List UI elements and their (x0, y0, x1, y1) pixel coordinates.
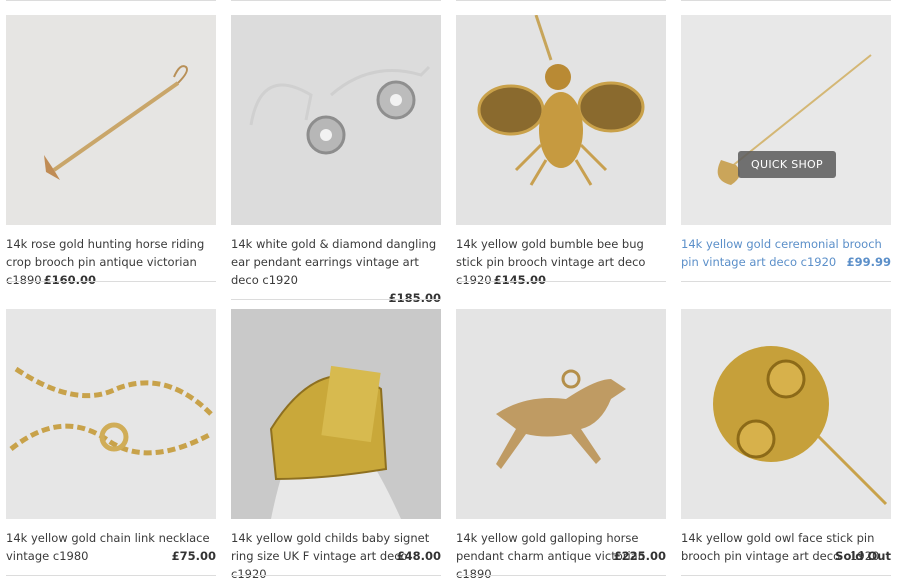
product-price: £75.00 (171, 549, 216, 563)
product-title[interactable]: 14k white gold & diamond dangling ear pe… (231, 237, 436, 287)
product-image[interactable]: QUICK SHOP (681, 15, 891, 225)
divider (6, 0, 216, 1)
divider (6, 575, 216, 576)
divider (681, 0, 891, 1)
quick-shop-button[interactable]: QUICK SHOP (738, 151, 836, 178)
divider (456, 0, 666, 1)
product-image[interactable] (456, 15, 666, 225)
product-image[interactable] (6, 15, 216, 225)
divider (231, 575, 441, 576)
product-title[interactable]: 14k yellow gold bumble bee bug stick pin… (456, 237, 645, 287)
product-image[interactable] (231, 15, 441, 225)
divider (6, 281, 216, 282)
product-price: £160.00 (43, 273, 96, 287)
product-title[interactable]: 14k rose gold hunting horse riding crop … (6, 237, 204, 287)
divider (456, 281, 666, 282)
product-image[interactable] (456, 309, 666, 519)
product-price: £99.99 (846, 255, 891, 269)
divider (681, 281, 891, 282)
divider (456, 575, 666, 576)
product-image[interactable] (681, 309, 891, 519)
product-image[interactable] (231, 309, 441, 519)
divider (231, 0, 441, 1)
product-image[interactable] (6, 309, 216, 519)
product-price: £145.00 (493, 273, 546, 287)
product-status: Sold Out (835, 549, 891, 563)
divider (681, 575, 891, 576)
product-price: £225.00 (613, 549, 666, 563)
product-price: £185.00 (388, 291, 441, 305)
product-price: £48.00 (396, 549, 441, 563)
divider (231, 299, 441, 300)
